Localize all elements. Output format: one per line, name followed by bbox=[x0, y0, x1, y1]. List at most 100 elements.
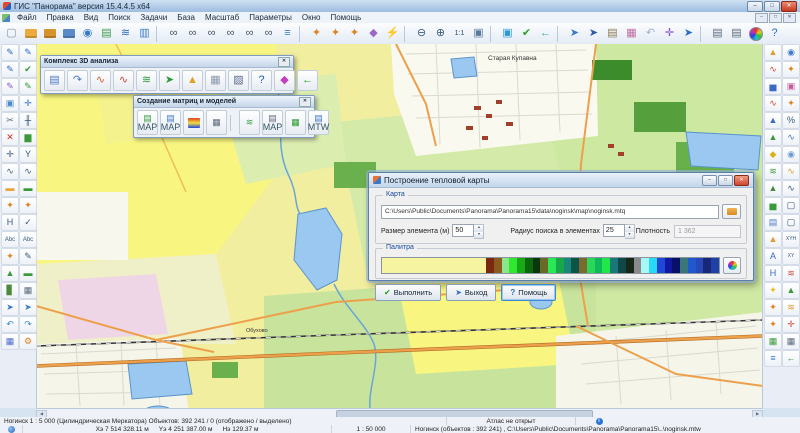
fast-search-button[interactable]: ⚡ bbox=[383, 24, 402, 43]
apply-button[interactable]: ✔ bbox=[517, 24, 536, 43]
view-chart-button[interactable]: ✦ bbox=[345, 24, 364, 43]
sun-relief-button[interactable]: ✦ bbox=[764, 282, 782, 299]
matrix-model-button[interactable]: ▦ bbox=[205, 70, 226, 91]
find-by-name-button[interactable]: ∞ bbox=[183, 24, 202, 43]
menu-item[interactable]: База bbox=[172, 13, 200, 22]
menu-item[interactable]: Поиск bbox=[103, 13, 135, 22]
dialog-close-button[interactable]: ✕ bbox=[734, 175, 749, 186]
help-button[interactable]: ? Помощь bbox=[501, 284, 556, 301]
h-map-button[interactable]: H bbox=[764, 265, 782, 282]
object-to-table-button[interactable]: ➤ bbox=[565, 24, 584, 43]
map-overlay-button[interactable]: ▦ bbox=[622, 24, 641, 43]
edit-spline-button[interactable]: ✎ bbox=[1, 78, 19, 95]
lens2-button[interactable]: ◉ bbox=[782, 146, 800, 163]
map-passport-button[interactable]: ▤ bbox=[97, 24, 116, 43]
smooth-line-button[interactable]: ∿ bbox=[1, 163, 19, 180]
area-chart-button[interactable]: ▊ bbox=[1, 282, 19, 299]
green-mount-button[interactable]: ▲ bbox=[782, 282, 800, 299]
menu-item[interactable]: Параметры bbox=[244, 13, 297, 22]
panel-3d-titlebar[interactable]: Комплекс 3D анализа ✕ bbox=[41, 56, 293, 68]
maximize-button[interactable]: □ bbox=[764, 1, 780, 12]
flashlight2-button[interactable]: ✦ bbox=[782, 95, 800, 112]
rainbow-layers-button[interactable]: ≋ bbox=[782, 265, 800, 282]
flash-map-button[interactable]: ✦ bbox=[764, 299, 782, 316]
check-button[interactable]: ✓ bbox=[19, 214, 37, 231]
redo-button[interactable]: ↷ bbox=[19, 316, 37, 333]
layers-model-button[interactable]: ≋ bbox=[239, 110, 260, 135]
globe-icon[interactable] bbox=[8, 426, 15, 433]
menu-item[interactable]: Масштаб bbox=[200, 13, 244, 22]
layers-edit-button[interactable]: ▦ bbox=[1, 333, 19, 350]
print-button[interactable]: ▤ bbox=[708, 24, 727, 43]
fill-style-button[interactable]: ▣ bbox=[1, 95, 19, 112]
money-button[interactable]: ▬ bbox=[19, 180, 37, 197]
text-abc-button[interactable]: Abc bbox=[1, 231, 19, 248]
map-to-3d-button[interactable]: ➤ bbox=[159, 70, 180, 91]
model-from-map-button[interactable]: ▤MAP bbox=[262, 110, 283, 135]
topology-button[interactable]: ╫ bbox=[19, 112, 37, 129]
cut-object-button[interactable]: ✂ bbox=[1, 112, 19, 129]
mount-chart-button[interactable]: ▲ bbox=[764, 231, 782, 248]
signal2-chart-button[interactable]: ∿ bbox=[764, 95, 782, 112]
panel-matrix-close-icon[interactable]: ✕ bbox=[299, 97, 311, 107]
save-map-button[interactable] bbox=[59, 24, 78, 43]
tin-model-button[interactable]: ▲ bbox=[182, 70, 203, 91]
panel-matrix-titlebar[interactable]: Создание матриц и моделей ✕ bbox=[134, 96, 314, 108]
lens-button[interactable]: ◉ bbox=[782, 44, 800, 61]
mdi-restore-button[interactable]: □ bbox=[769, 13, 782, 23]
profile-chart-button[interactable]: ▲ bbox=[764, 44, 782, 61]
matrix-from-data-button[interactable]: ▤MAP bbox=[160, 110, 181, 135]
find-marked-button[interactable]: ∞ bbox=[240, 24, 259, 43]
profile-build-button[interactable]: ∿ bbox=[90, 70, 111, 91]
dots-curve-button[interactable]: ∿ bbox=[782, 180, 800, 197]
relief-button[interactable]: ▲ bbox=[764, 129, 782, 146]
calculator-button[interactable]: ▦ bbox=[782, 333, 800, 350]
edit-point-button[interactable]: ✎ bbox=[19, 44, 37, 61]
money2-button[interactable]: ▬ bbox=[19, 265, 37, 282]
molecule-button[interactable]: ✛ bbox=[782, 316, 800, 333]
doc-chart-button[interactable]: ▤ bbox=[764, 214, 782, 231]
pointer-button[interactable]: ➤ bbox=[679, 24, 698, 43]
element-size-input[interactable]: 50 bbox=[452, 224, 474, 237]
radius-stepper[interactable]: ▲▼ bbox=[625, 224, 635, 239]
edit-green-button[interactable]: ✎ bbox=[19, 78, 37, 95]
dialog-maximize-button[interactable]: □ bbox=[718, 175, 733, 186]
selection-list-button[interactable]: ≡ bbox=[278, 24, 297, 43]
map-path-input[interactable] bbox=[381, 205, 719, 219]
histogram-button[interactable]: ▅ bbox=[764, 78, 782, 95]
slash-box-button[interactable]: ▢ bbox=[782, 214, 800, 231]
signal-chart-button[interactable]: ∿ bbox=[764, 61, 782, 78]
block-button[interactable]: ▆ bbox=[19, 129, 37, 146]
percent-button[interactable]: % bbox=[782, 112, 800, 129]
open-geoportal-button[interactable]: ◉ bbox=[78, 24, 97, 43]
text2-abc-button[interactable]: Abc bbox=[19, 231, 37, 248]
exit-button[interactable]: ➤ Выход bbox=[446, 284, 496, 301]
move2-button[interactable]: ➤ bbox=[19, 299, 37, 316]
split-node-button[interactable]: Y bbox=[19, 146, 37, 163]
section-build-button[interactable]: ∿ bbox=[113, 70, 134, 91]
view-attributes-button[interactable]: ✦ bbox=[326, 24, 345, 43]
accept-edit-button[interactable]: ✔ bbox=[19, 61, 37, 78]
undo-button[interactable]: ↶ bbox=[1, 316, 19, 333]
view-semantic-button[interactable]: ✦ bbox=[1, 197, 19, 214]
model-info-button[interactable]: ? bbox=[251, 70, 272, 91]
surface-refresh-button[interactable]: ↷ bbox=[67, 70, 88, 91]
grid-model-button[interactable]: ▦ bbox=[285, 110, 306, 135]
text-edit-button[interactable]: ✎ bbox=[19, 248, 37, 265]
matrix-edit-button[interactable]: ▨ bbox=[228, 70, 249, 91]
a-map-button[interactable]: A bbox=[764, 248, 782, 265]
spin-down-icon[interactable]: ▼ bbox=[474, 232, 483, 239]
run-button[interactable]: ✔ Выполнить bbox=[375, 284, 441, 301]
menu-item[interactable]: Вид bbox=[79, 13, 103, 22]
heatmap-dialog-titlebar[interactable]: Построение тепловой карты – □ ✕ bbox=[369, 173, 753, 188]
undo-view-button[interactable]: ↶ bbox=[641, 24, 660, 43]
xy-button[interactable]: XY bbox=[782, 248, 800, 265]
select-area-button[interactable]: ▣ bbox=[498, 24, 517, 43]
grid-map-button[interactable]: ▦ bbox=[764, 333, 782, 350]
flash-map2-button[interactable]: ✦ bbox=[764, 316, 782, 333]
panel-3d-close-icon[interactable]: ✕ bbox=[278, 57, 290, 67]
move-object-button[interactable]: ➤ bbox=[1, 299, 19, 316]
menu-item[interactable]: Помощь bbox=[325, 13, 366, 22]
heatmap-button[interactable] bbox=[183, 110, 204, 135]
matrix-calc-button[interactable]: ▦ bbox=[206, 110, 227, 135]
